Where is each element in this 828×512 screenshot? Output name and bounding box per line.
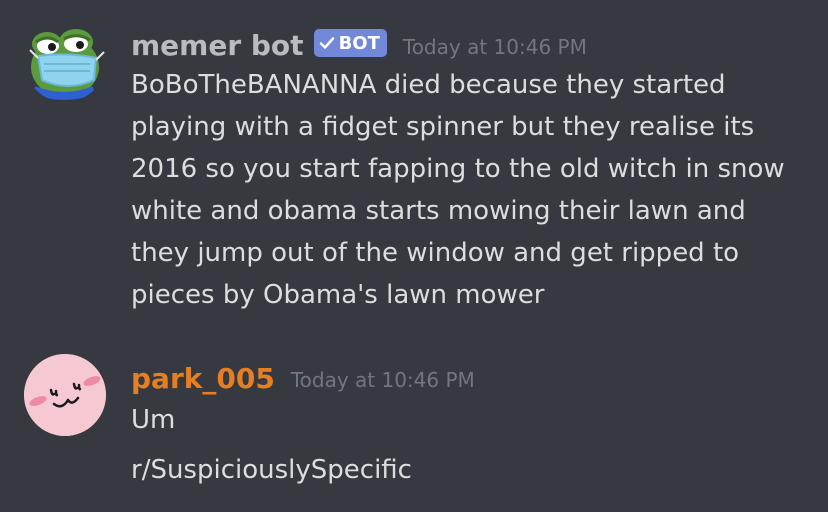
pepe-frog-mask-avatar[interactable] — [24, 20, 106, 102]
message-content: Um r/SuspiciouslySpecific — [131, 399, 811, 491]
message-line: r/SuspiciouslySpecific — [131, 455, 412, 485]
message-memer-bot: memer bot BOT Today at 10:46 PM BoBoTheB… — [0, 20, 828, 320]
message-park-005: park_005 Today at 10:46 PM Um r/Suspicio… — [0, 352, 828, 502]
message-line: BoBoTheBANANNA died because they started — [131, 70, 726, 100]
timestamp[interactable]: Today at 10:46 PM — [403, 35, 587, 59]
pink-blush-face-avatar[interactable] — [24, 354, 106, 436]
message-line: playing with a fidget spinner but they r… — [131, 112, 755, 142]
message-line: Um — [131, 405, 176, 435]
username[interactable]: park_005 — [131, 362, 275, 395]
username[interactable]: memer bot — [131, 29, 304, 62]
timestamp[interactable]: Today at 10:46 PM — [291, 368, 475, 392]
message-header: park_005 Today at 10:46 PM — [131, 358, 475, 398]
message-header: memer bot BOT Today at 10:46 PM — [131, 25, 587, 65]
message-line: 2016 so you start fapping to the old wit… — [131, 154, 785, 184]
bot-badge: BOT — [313, 29, 387, 57]
message-line: white and obama starts mowing their lawn… — [131, 196, 746, 226]
checkmark-icon — [319, 37, 334, 49]
message-line: they jump out of the window and get ripp… — [131, 238, 740, 268]
message-line: pieces by Obama's lawn mower — [131, 280, 545, 310]
bot-badge-label: BOT — [338, 32, 380, 54]
message-content: BoBoTheBANANNA died because they started… — [131, 64, 811, 316]
